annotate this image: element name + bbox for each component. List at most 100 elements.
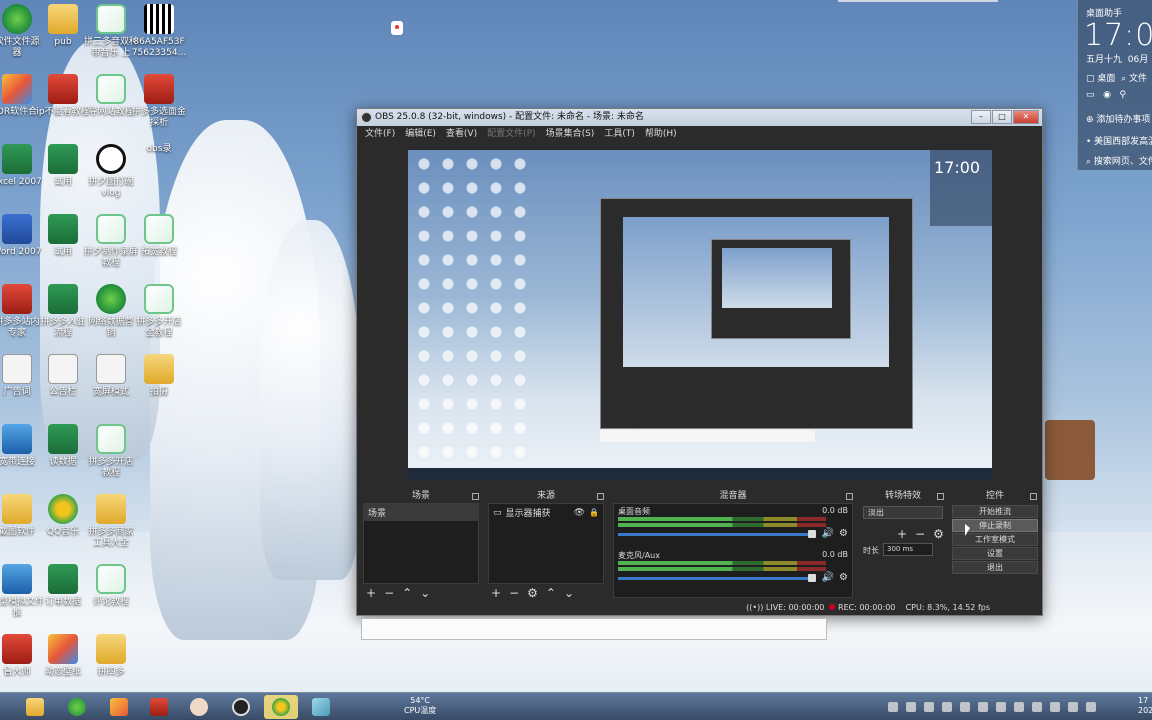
up-icon[interactable]: ⌃ — [402, 586, 412, 600]
widget-todo[interactable]: ⊕ 添加待办事项 — [1086, 112, 1150, 125]
tray-icon[interactable] — [906, 702, 916, 712]
widget-news[interactable]: • 美国西部发高温 — [1086, 134, 1152, 147]
duration-field[interactable]: 300 ms — [883, 543, 933, 556]
scene-item[interactable]: 场景 — [364, 504, 478, 521]
taskbar-browser[interactable] — [60, 695, 94, 719]
down-icon[interactable]: ⌄ — [420, 586, 430, 600]
desktop-icon[interactable]: 拼四多 — [78, 634, 144, 678]
menu-tools[interactable]: 工具(T) — [604, 126, 635, 143]
snow-tree — [1045, 420, 1095, 480]
tray-icon[interactable] — [1068, 702, 1078, 712]
tray-icon[interactable] — [924, 702, 934, 712]
eye-icon[interactable]: 👁 — [574, 508, 585, 518]
menu-edit[interactable]: 编辑(E) — [405, 126, 436, 143]
desktop-icon[interactable]: 拼多多开店 教程 — [78, 424, 144, 479]
add-icon[interactable]: + — [491, 586, 501, 600]
remove-icon[interactable]: − — [915, 527, 925, 541]
preview-taskbar — [408, 468, 992, 480]
desktop-icon[interactable]: 评论教程 — [78, 564, 144, 608]
widget-search[interactable]: ⌕ 搜索网页、文件 — [1086, 154, 1152, 167]
undock-icon[interactable] — [846, 493, 853, 500]
undock-icon[interactable] — [472, 493, 479, 500]
tray-icon[interactable] — [996, 702, 1006, 712]
gear-icon[interactable]: ⚙ — [933, 527, 944, 541]
desktop-icon[interactable]: 拍摄 — [126, 354, 192, 398]
obs-preview[interactable]: 17:00 — [408, 150, 992, 480]
settings-button[interactable]: 设置 — [952, 547, 1038, 560]
desktop-widget[interactable]: 桌面助手 17:0 五月十九 06月 ▢ 桌面 ⌕ 文件 ▭ ◉ ⚲ ⊕ 添加待… — [1077, 0, 1152, 170]
rec-icon — [829, 604, 836, 610]
mixer-title: 混音器 — [610, 490, 856, 503]
desktop-icon[interactable]: 拼多多商家 工具大全 — [78, 494, 144, 549]
menu-scene-collection[interactable]: 场景集合(S) — [546, 126, 595, 143]
down-icon[interactable]: ⌄ — [564, 586, 574, 600]
gear-icon[interactable]: ⚙ — [527, 586, 538, 600]
exit-button[interactable]: 退出 — [952, 561, 1038, 574]
tray-icon[interactable] — [1086, 702, 1096, 712]
volume-knob[interactable] — [808, 530, 816, 538]
menu-file[interactable]: 文件(F) — [365, 126, 395, 143]
widget-icons-row[interactable]: ▭ ◉ ⚲ — [1086, 90, 1126, 100]
scenes-list[interactable]: 场景 — [363, 503, 479, 584]
transitions-title: 转场特效 — [859, 490, 947, 503]
start-streaming-button[interactable]: 开始推流 — [952, 505, 1038, 518]
add-icon[interactable]: + — [366, 586, 376, 600]
lock-icon[interactable]: 🔒 — [589, 508, 599, 517]
obs-titlebar[interactable]: OBS 25.0.8 (32-bit, windows) - 配置文件: 未命名… — [357, 109, 1042, 126]
source-item[interactable]: ▭ 显示器捕获 👁 🔒 — [489, 504, 603, 521]
remove-icon[interactable]: − — [509, 586, 519, 600]
menu-view[interactable]: 查看(V) — [446, 126, 477, 143]
folder-icon — [48, 4, 78, 34]
obs-window[interactable]: OBS 25.0.8 (32-bit, windows) - 配置文件: 未命名… — [356, 108, 1043, 616]
taskbar-avatar[interactable] — [182, 695, 216, 719]
gear-icon[interactable]: ⚙ — [839, 528, 848, 539]
cpu-temp: 54°C CPU温度 — [404, 696, 437, 715]
undock-icon[interactable] — [597, 493, 604, 500]
taskbar-window[interactable] — [304, 695, 338, 719]
volume-slider[interactable] — [618, 577, 816, 580]
maximize-button[interactable]: □ — [992, 110, 1012, 124]
volume-slider[interactable] — [618, 533, 816, 536]
taskbar-clock[interactable]: 17 202 — [1138, 696, 1152, 716]
taskbar-explorer[interactable] — [18, 695, 52, 719]
speaker-icon[interactable]: 🔊 — [822, 528, 834, 539]
gear-icon[interactable]: ⚙ — [839, 572, 848, 583]
speaker-icon[interactable]: 🔊 — [822, 572, 834, 583]
tray-icon[interactable] — [1050, 702, 1060, 712]
taskbar-shield[interactable] — [142, 695, 176, 719]
transition-select[interactable]: 淡出 — [863, 506, 943, 519]
tray-icon[interactable] — [942, 702, 952, 712]
sources-list[interactable]: ▭ 显示器捕获 👁 🔒 — [488, 503, 604, 584]
obs-menubar: 文件(F) 编辑(E) 查看(V) 配置文件(P) 场景集合(S) 工具(T) … — [357, 126, 1042, 143]
menu-help[interactable]: 帮助(H) — [645, 126, 677, 143]
volume-knob[interactable] — [808, 574, 816, 582]
transition-toolbar: + − ⚙ — [897, 527, 944, 541]
desktop-icon[interactable]: 拓宽教程 — [126, 214, 192, 258]
sources-title: 来源 — [485, 490, 607, 503]
tray-icon[interactable] — [960, 702, 970, 712]
taskbar-qqmusic[interactable] — [264, 695, 298, 719]
tray-icon[interactable] — [978, 702, 988, 712]
desktop-icon[interactable]: obs录 — [126, 144, 512, 282]
desktop-icon[interactable]: 拼多多选面金 探析 — [126, 74, 192, 129]
background-window[interactable] — [361, 618, 827, 640]
pin-icon[interactable] — [391, 21, 403, 35]
up-icon[interactable]: ⌃ — [546, 586, 556, 600]
desktop-icon[interactable]: 86A5AF53F 75623354... — [126, 4, 192, 59]
desktop-icon[interactable]: 拼多多开店 全教程 — [126, 284, 192, 339]
tray-icon[interactable] — [1032, 702, 1042, 712]
taskbar-app[interactable] — [102, 695, 136, 719]
undock-icon[interactable] — [1030, 493, 1037, 500]
widget-shortcuts[interactable]: ▢ 桌面 ⌕ 文件 — [1086, 71, 1147, 84]
tray-icon[interactable] — [888, 702, 898, 712]
undock-icon[interactable] — [937, 493, 944, 500]
ie-icon — [2, 4, 32, 34]
taskbar-obs[interactable] — [224, 695, 258, 719]
add-icon[interactable]: + — [897, 527, 907, 541]
source-label: 显示器捕获 — [505, 509, 551, 519]
remove-icon[interactable]: − — [384, 586, 394, 600]
minimize-button[interactable]: – — [971, 110, 991, 124]
tray-icon[interactable] — [1014, 702, 1024, 712]
close-button[interactable]: ✕ — [1013, 110, 1039, 124]
menu-profile[interactable]: 配置文件(P) — [487, 126, 535, 143]
